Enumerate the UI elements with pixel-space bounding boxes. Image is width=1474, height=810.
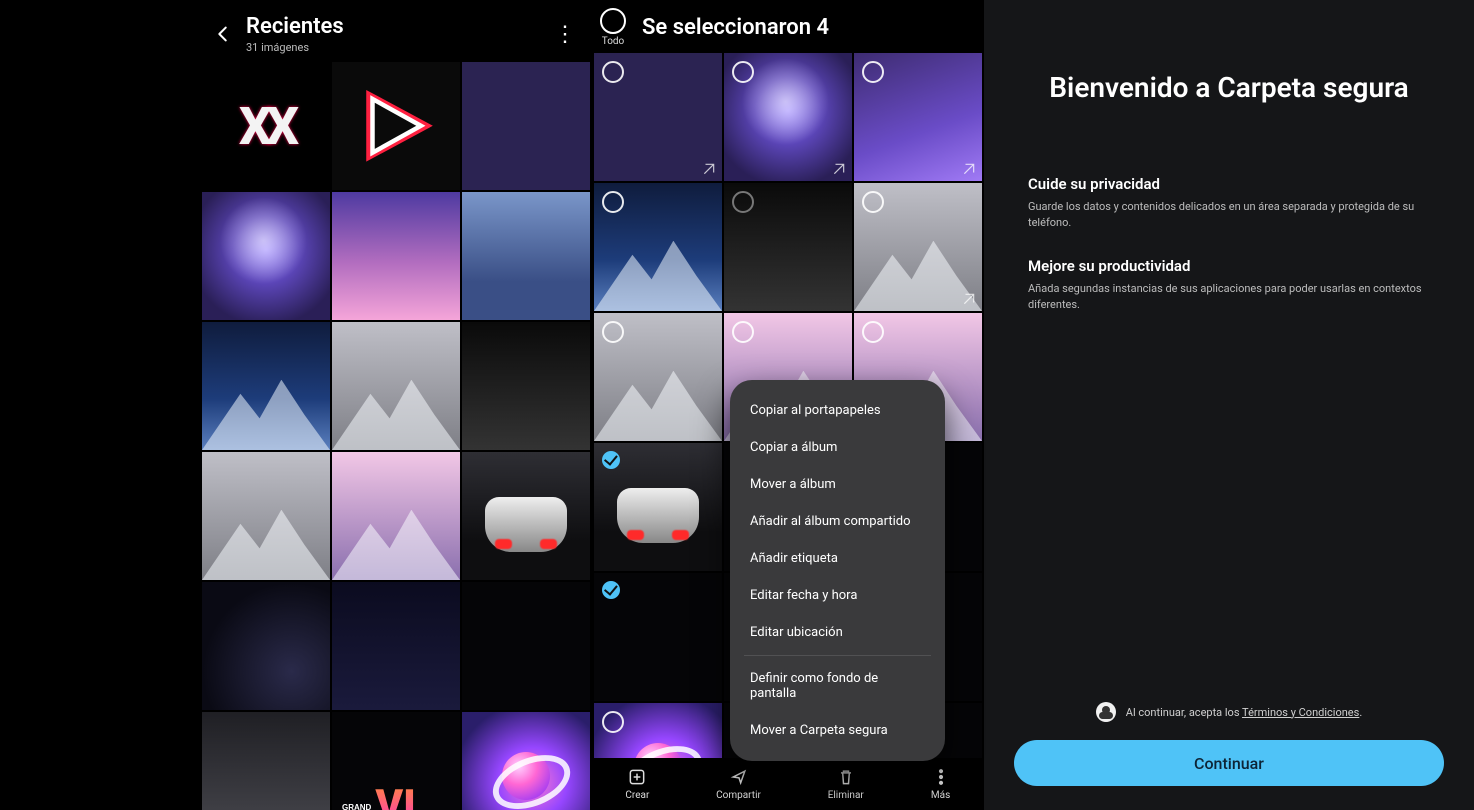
thumbnail[interactable] xyxy=(332,582,460,710)
gallery-grid: XX grandtheftautoVI xyxy=(200,62,592,810)
more-button[interactable]: Más xyxy=(931,767,951,801)
thumbnail[interactable] xyxy=(462,62,590,190)
privacy-body: Guarde los datos y contenidos delicados … xyxy=(1028,199,1430,231)
productivity-body: Añada segundas instancias de sus aplicac… xyxy=(1028,281,1430,313)
thumbnail[interactable] xyxy=(332,192,460,320)
thumbnail[interactable] xyxy=(594,53,722,181)
bottom-toolbar: Crear Compartir Eliminar Más xyxy=(592,758,984,810)
welcome-heading: Bienvenido a Carpeta segura xyxy=(1028,70,1430,105)
gallery-header: Recientes 31 imágenes ⋮ xyxy=(200,0,592,62)
select-all-button[interactable]: Todo xyxy=(600,8,626,47)
gallery-screen: Recientes 31 imágenes ⋮ XX xyxy=(200,0,592,810)
thumbnail[interactable] xyxy=(462,582,590,710)
continue-label: Continuar xyxy=(1194,754,1264,773)
selection-title: Se seleccionaron 4 xyxy=(642,15,829,40)
thumbnail[interactable] xyxy=(594,183,722,311)
delete-button[interactable]: Eliminar xyxy=(828,767,864,801)
thumbnail[interactable] xyxy=(854,53,982,181)
thumbnail[interactable] xyxy=(594,443,722,571)
thumbnail[interactable]: grandtheftautoVI xyxy=(332,712,460,810)
menu-set-wallpaper[interactable]: Definir como fondo de pantalla xyxy=(730,660,945,712)
share-label: Compartir xyxy=(716,790,761,801)
terms-row: Al continuar, acepta los Términos y Cond… xyxy=(984,702,1474,722)
circle-icon xyxy=(600,8,626,34)
thumbnail[interactable] xyxy=(594,313,722,441)
select-all-label: Todo xyxy=(602,36,625,47)
secure-folder-welcome: Bienvenido a Carpeta segura Cuide su pri… xyxy=(984,0,1474,810)
thumbnail[interactable] xyxy=(332,62,460,190)
create-button[interactable]: Crear xyxy=(625,767,649,801)
privacy-title: Cuide su privacidad xyxy=(1028,175,1430,193)
thumbnail[interactable] xyxy=(854,183,982,311)
share-button[interactable]: Compartir xyxy=(716,767,761,801)
productivity-title: Mejore su productividad xyxy=(1028,257,1430,275)
menu-copy-clipboard[interactable]: Copiar al portapapeles xyxy=(730,392,945,429)
context-menu: Copiar al portapapeles Copiar a álbum Mo… xyxy=(730,380,945,761)
create-label: Crear xyxy=(625,790,649,801)
thumbnail[interactable] xyxy=(202,452,330,580)
person-icon xyxy=(1096,702,1116,722)
more-label: Más xyxy=(931,790,950,801)
delete-label: Eliminar xyxy=(828,790,864,801)
thumbnail[interactable] xyxy=(462,452,590,580)
selection-header: Todo Se seleccionaron 4 xyxy=(592,0,984,53)
menu-move-secure[interactable]: Mover a Carpeta segura xyxy=(730,712,945,749)
thumbnail[interactable] xyxy=(462,712,590,810)
menu-add-tag[interactable]: Añadir etiqueta xyxy=(730,540,945,577)
thumbnail[interactable] xyxy=(202,322,330,450)
thumbnail[interactable] xyxy=(724,183,852,311)
thumbnail[interactable] xyxy=(332,322,460,450)
menu-copy-album[interactable]: Copiar a álbum xyxy=(730,429,945,466)
menu-edit-datetime[interactable]: Editar fecha y hora xyxy=(730,577,945,614)
menu-add-shared[interactable]: Añadir al álbum compartido xyxy=(730,503,945,540)
thumbnail[interactable] xyxy=(462,322,590,450)
continue-button[interactable]: Continuar xyxy=(1014,740,1444,786)
terms-link[interactable]: Términos y Condiciones xyxy=(1242,706,1359,719)
thumbnail[interactable] xyxy=(594,573,722,701)
album-subtitle: 31 imágenes xyxy=(246,41,344,54)
menu-edit-location[interactable]: Editar ubicación xyxy=(730,614,945,651)
album-title: Recientes xyxy=(246,14,344,39)
menu-move-album[interactable]: Mover a álbum xyxy=(730,466,945,503)
back-icon[interactable] xyxy=(212,23,234,45)
thumbnail[interactable] xyxy=(462,192,590,320)
thumbnail[interactable] xyxy=(332,452,460,580)
thumbnail[interactable] xyxy=(202,582,330,710)
terms-suffix: . xyxy=(1359,706,1362,719)
thumbnail[interactable] xyxy=(202,712,330,810)
more-icon[interactable]: ⋮ xyxy=(554,22,576,47)
thumbnail[interactable] xyxy=(724,53,852,181)
menu-separator xyxy=(744,655,931,656)
thumbnail[interactable] xyxy=(202,192,330,320)
thumbnail[interactable]: XX xyxy=(202,62,330,190)
terms-prefix: Al continuar, acepta los xyxy=(1126,706,1242,719)
